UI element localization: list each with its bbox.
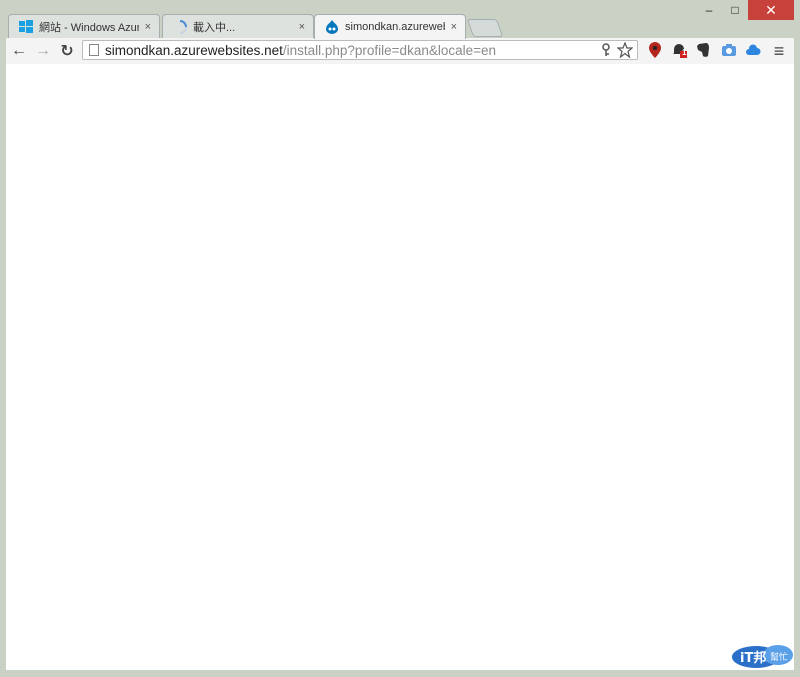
tab-strip: 網站 - Windows Azure × 載入中... × simondkan.… [8,14,608,39]
window-controls: – □ ✕ [696,0,794,20]
tab-label: 載入中... [193,21,236,34]
omnibox-actions [601,42,633,58]
menu-button[interactable]: ≡ [768,38,790,64]
url-text[interactable]: simondkan.azurewebsites.net/install.php?… [105,43,496,58]
drupal-icon [326,20,338,34]
tab-simondkan[interactable]: simondkan.azurewebsite × [314,14,466,39]
cloud-icon[interactable] [744,41,762,59]
svg-text:幫忙: 幫忙 [770,651,788,663]
forward-button[interactable]: → [32,38,54,64]
tab-label: simondkan.azurewebsite [345,21,445,33]
ithelp-watermark-logo: iT邦 幫忙 [732,645,793,668]
close-button[interactable]: ✕ [748,0,794,20]
tab-close-icon[interactable]: × [145,21,151,33]
bookmark-star-icon[interactable] [617,42,633,58]
svg-text:iT邦: iT邦 [740,650,766,666]
tab-label: 網站 - Windows Azure [39,21,139,34]
reload-button[interactable]: ↻ [56,38,78,64]
new-tab-button[interactable] [466,19,504,37]
url-path: /install.php?profile=dkan&locale=en [282,42,497,58]
back-button[interactable]: ← [8,38,30,64]
evernote-icon[interactable] [694,41,712,59]
camera-icon[interactable] [720,41,738,59]
minimize-button[interactable]: – [696,0,722,20]
page-icon [89,44,99,56]
loading-spinner-icon [179,19,187,34]
windows-logo-icon [19,19,33,33]
map-pin-icon[interactable] [646,41,664,59]
title-bar: – □ ✕ 網站 - Windows Azure × 載入中... × simo… [0,0,800,39]
tab-windows-azure[interactable]: 網站 - Windows Azure × [8,14,160,38]
tab-loading[interactable]: 載入中... × [162,14,314,38]
notification-icon[interactable]: 1 [670,41,688,59]
tab-close-icon[interactable]: × [451,21,457,33]
tab-close-icon[interactable]: × [299,21,305,33]
key-icon[interactable] [601,43,611,57]
page-content [6,64,794,670]
address-bar[interactable]: simondkan.azurewebsites.net/install.php?… [82,40,638,60]
maximize-button[interactable]: □ [722,0,748,20]
notification-badge: 1 [682,48,687,57]
browser-window: – □ ✕ 網站 - Windows Azure × 載入中... × simo… [0,0,800,677]
browser-toolbar: ← → ↻ simondkan.azurewebsites.net/instal… [6,38,794,65]
url-host: simondkan.azurewebsites.net [105,42,283,58]
